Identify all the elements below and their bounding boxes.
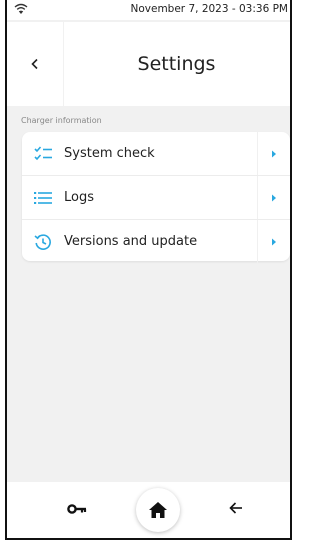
chevron-right-icon <box>272 238 276 245</box>
menu-item-label: Logs <box>64 190 94 205</box>
status-datetime: November 7, 2023 - 03:36 PM <box>130 3 289 15</box>
chevron-left-icon <box>31 58 38 70</box>
settings-card: System check Logs Versions and update <box>22 132 290 263</box>
list-icon <box>34 191 52 204</box>
back-button[interactable] <box>7 22 64 106</box>
home-icon <box>149 502 167 518</box>
key-icon[interactable] <box>67 502 87 516</box>
checklist-icon <box>34 145 52 160</box>
menu-item-logs[interactable]: Logs <box>22 176 290 220</box>
status-bar: November 7, 2023 - 03:36 PM <box>7 0 290 20</box>
home-button[interactable] <box>136 488 180 532</box>
menu-item-system-check[interactable]: System check <box>22 132 290 176</box>
header: Settings <box>7 22 290 106</box>
menu-item-versions-and-update[interactable]: Versions and update <box>22 220 290 263</box>
device-screen: November 7, 2023 - 03:36 PM Settings Cha… <box>5 0 292 540</box>
bottom-nav <box>7 482 290 538</box>
arrow-left-icon[interactable] <box>228 500 244 516</box>
chevron-right-icon <box>272 150 276 157</box>
page-title: Settings <box>137 53 216 75</box>
menu-item-label: System check <box>64 146 155 161</box>
menu-item-label: Versions and update <box>64 234 198 249</box>
section-label: Charger information <box>21 116 102 125</box>
history-icon <box>34 233 51 250</box>
wifi-icon <box>14 3 28 14</box>
chevron-right-icon <box>272 194 276 201</box>
